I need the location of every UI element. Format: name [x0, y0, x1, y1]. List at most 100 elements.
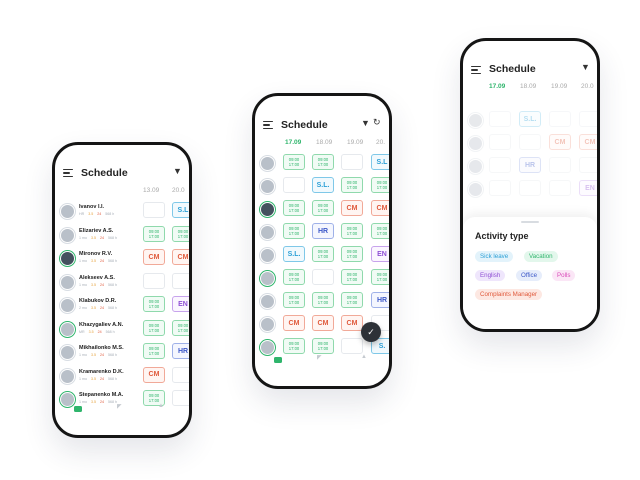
filter-icon[interactable]: ▼: [361, 119, 370, 128]
date-header[interactable]: 18.09: [520, 83, 536, 90]
schedule-cell-empty[interactable]: [519, 180, 541, 196]
profile-icon[interactable]: ▲: [361, 354, 367, 360]
schedule-cell[interactable]: 09:00 17:00: [341, 223, 363, 239]
date-header-active[interactable]: 17.09: [285, 139, 301, 146]
schedule-cell-empty[interactable]: [549, 180, 571, 196]
profile-icon[interactable]: ▲: [158, 403, 164, 409]
table-row[interactable]: Klabukov D.R. 2 mo 3.5 24 568 h: [55, 295, 189, 317]
schedule-cell-empty[interactable]: [172, 366, 189, 383]
schedule-cell[interactable]: 09:00 17:00: [283, 292, 305, 308]
schedule-cell[interactable]: CM: [341, 315, 363, 331]
tag-office[interactable]: Office: [516, 270, 543, 281]
schedule-cell[interactable]: CM: [341, 200, 363, 216]
home-icon[interactable]: [274, 357, 282, 363]
home-icon[interactable]: [74, 406, 82, 412]
schedule-cell[interactable]: S.L.: [283, 246, 305, 262]
filter-icon[interactable]: ▼: [173, 167, 182, 176]
schedule-cell[interactable]: CM: [172, 249, 189, 265]
schedule-cell-empty[interactable]: [143, 272, 165, 289]
schedule-cell[interactable]: CM: [143, 366, 165, 383]
table-row[interactable]: Mikhailonko M.S. 1 mo 3.5 24 568 h: [55, 342, 189, 364]
tag-sick-leave[interactable]: Sick leave: [475, 251, 514, 262]
schedule-cell[interactable]: 09:00 17:00: [143, 343, 165, 359]
tag-polls[interactable]: Polls: [552, 270, 576, 281]
schedule-cell[interactable]: 09:00 17:00: [341, 177, 363, 193]
schedule-cell[interactable]: 09:00 17:00: [341, 269, 363, 285]
schedule-cell[interactable]: 09:00 17:00: [283, 154, 305, 170]
schedule-cell[interactable]: 09:00 17:00: [312, 200, 334, 216]
schedule-cell[interactable]: S.L.: [312, 177, 334, 193]
schedule-cell[interactable]: 09:00 17:00: [283, 200, 305, 216]
schedule-cell-empty[interactable]: [549, 157, 571, 173]
schedule-cell-empty[interactable]: [341, 154, 363, 170]
table-row[interactable]: Alekseev A.S. 1 mo 3.5 24 568 h: [55, 272, 189, 294]
schedule-cell[interactable]: HR: [371, 292, 389, 308]
schedule-cell[interactable]: CM: [549, 134, 571, 150]
schedule-cell[interactable]: EN: [371, 246, 389, 262]
menu-icon[interactable]: [471, 66, 481, 75]
schedule-cell[interactable]: 09:00 17:00: [341, 246, 363, 262]
schedule-cell[interactable]: HR: [312, 223, 334, 239]
chat-icon[interactable]: ◤: [317, 354, 322, 361]
schedule-cell-empty[interactable]: [312, 269, 334, 285]
date-header-active[interactable]: 17.09: [489, 83, 505, 90]
menu-icon[interactable]: [63, 169, 73, 178]
schedule-cell[interactable]: 09:00 17:00: [172, 319, 189, 336]
schedule-cell[interactable]: CM: [579, 134, 597, 150]
schedule-cell[interactable]: CM: [283, 315, 305, 331]
schedule-cell[interactable]: 09:00 17:00: [371, 223, 389, 239]
check-icon[interactable]: ✓: [361, 322, 381, 342]
schedule-cell[interactable]: 09:00 17:00: [283, 223, 305, 239]
schedule-cell-empty[interactable]: [519, 134, 541, 150]
table-row[interactable]: Khazygaliev A.N. MR 3.5 24 568 h: [55, 319, 189, 341]
date-header[interactable]: 19.09: [347, 139, 363, 146]
schedule-cell[interactable]: 09:00 17:00: [312, 292, 334, 308]
schedule-cell-empty[interactable]: [489, 111, 511, 127]
schedule-cell[interactable]: 09:00 17:00: [371, 269, 389, 285]
refresh-icon[interactable]: ↻: [373, 118, 381, 127]
table-row[interactable]: Kramarenko D.K. 1 mo 3.5 24 568 h: [55, 366, 189, 388]
schedule-cell[interactable]: 09:00 17:00: [312, 338, 334, 354]
schedule-cell[interactable]: 09:00 17:00: [283, 338, 305, 354]
date-header[interactable]: 18.09: [316, 139, 332, 146]
schedule-cell[interactable]: S.L: [172, 202, 189, 218]
date-header[interactable]: 20.0: [581, 83, 594, 90]
table-row[interactable]: Mironov R.V. 1 mo 3.5 24 568 h: [55, 248, 189, 270]
schedule-cell-empty[interactable]: [283, 177, 305, 193]
schedule-cell[interactable]: 09:00 17:00: [312, 246, 334, 262]
schedule-cell[interactable]: HR: [519, 157, 541, 173]
schedule-cell[interactable]: 09:00 17:00: [312, 154, 334, 170]
chat-icon[interactable]: ◤: [117, 403, 122, 410]
schedule-cell-empty[interactable]: [549, 111, 571, 127]
tag-vacation[interactable]: Vacation: [524, 251, 558, 262]
table-row[interactable]: Ivanov I.I. HR 3.5 24 568 h: [55, 201, 189, 223]
schedule-cell[interactable]: 09:00 17:00: [283, 269, 305, 285]
schedule-cell[interactable]: 09:00 17:00: [143, 296, 165, 312]
schedule-cell-empty[interactable]: [579, 111, 597, 127]
schedule-cell[interactable]: CM: [143, 249, 165, 265]
schedule-cell[interactable]: 09:00 17:00: [143, 319, 165, 336]
schedule-cell[interactable]: HR: [172, 343, 189, 359]
schedule-cell[interactable]: CM: [371, 200, 389, 216]
date-header[interactable]: 19.09: [551, 83, 567, 90]
schedule-cell-empty[interactable]: [579, 157, 597, 173]
schedule-cell[interactable]: 09:00 17:00: [172, 225, 189, 242]
schedule-cell-empty[interactable]: [341, 338, 363, 354]
schedule-cell[interactable]: S.L.: [519, 111, 541, 127]
schedule-cell-empty[interactable]: [172, 272, 189, 289]
schedule-cell-empty[interactable]: [489, 180, 511, 196]
filter-icon[interactable]: ▼: [581, 63, 590, 72]
date-header[interactable]: 20.: [376, 139, 385, 146]
sheet-handle[interactable]: [521, 221, 539, 223]
schedule-cell[interactable]: 09:00 17:00: [371, 177, 389, 193]
schedule-cell-empty[interactable]: [489, 134, 511, 150]
schedule-cell-empty[interactable]: [143, 202, 165, 218]
schedule-cell-empty[interactable]: [489, 157, 511, 173]
schedule-cell[interactable]: EN: [579, 180, 597, 196]
schedule-cell[interactable]: EN: [172, 296, 189, 312]
schedule-cell[interactable]: 09:00 17:00: [341, 292, 363, 308]
schedule-cell[interactable]: CM: [312, 315, 334, 331]
schedule-cell[interactable]: S.L: [371, 154, 389, 170]
tag-english[interactable]: English: [475, 270, 506, 281]
table-row[interactable]: Elizariev A.S. 1 mo 3.5 24 568 h: [55, 225, 189, 247]
